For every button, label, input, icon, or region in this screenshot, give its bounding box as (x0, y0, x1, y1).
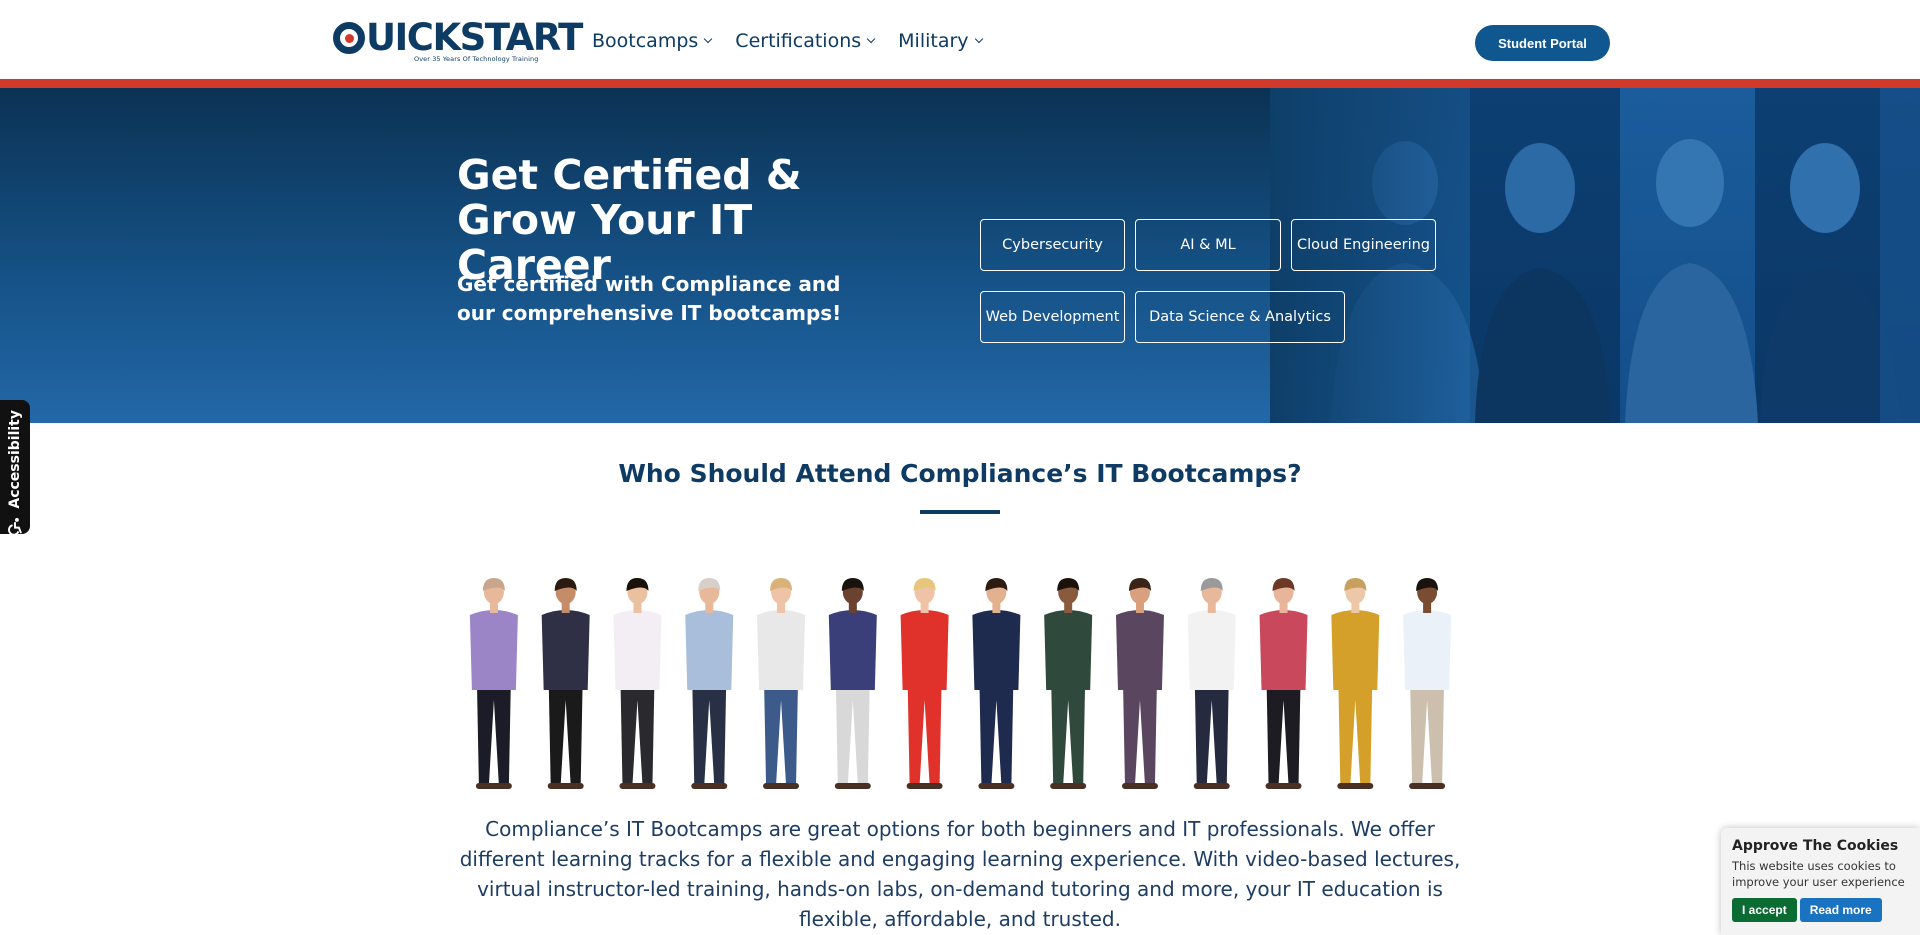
read-more-button[interactable]: Read more (1799, 898, 1882, 922)
logo-wordmark: UICKSTART (333, 16, 583, 59)
nav-item-label: Certifications (735, 30, 862, 52)
people-illustration (469, 578, 1452, 789)
accept-cookies-button[interactable]: I accept (1732, 898, 1797, 922)
attend-section-title: Who Should Attend Compliance’s IT Bootca… (618, 459, 1302, 488)
person-figure (1259, 578, 1308, 789)
chip-ai-ml[interactable]: AI & ML (1135, 219, 1281, 271)
logo-q-mark (333, 22, 365, 54)
main-nav: Bootcamps Certifications Military (592, 30, 1006, 52)
person-figure (828, 578, 877, 789)
person-figure (1331, 578, 1380, 789)
person-figure (1403, 578, 1452, 789)
header-accent-bar (0, 79, 1920, 88)
nav-item-label: Military (898, 30, 969, 52)
chevron-down-icon (704, 34, 713, 44)
person-figure (613, 578, 662, 789)
logo-tagline: Over 35 Years Of Technology Training (414, 55, 539, 63)
chip-cloud-engineering[interactable]: Cloud Engineering (1291, 219, 1436, 271)
student-portal-button[interactable]: Student Portal (1475, 25, 1610, 61)
person-figure (1187, 578, 1236, 789)
person-figure (685, 578, 734, 789)
cookie-title: Approve The Cookies (1732, 838, 1899, 854)
accessibility-label: Accessibility (7, 410, 23, 509)
chevron-down-icon (866, 34, 876, 44)
chip-data-science-analytics[interactable]: Data Science & Analytics (1135, 291, 1345, 343)
person-figure (541, 578, 590, 789)
chevron-down-icon (974, 34, 983, 44)
nav-item-military[interactable]: Military (898, 30, 983, 52)
hero-title: Get Certified & Grow Your IT Career (457, 151, 802, 289)
logo-text: UICKSTART (366, 16, 583, 59)
chip-cybersecurity[interactable]: Cybersecurity (980, 219, 1125, 271)
chip-web-development[interactable]: Web Development (980, 291, 1125, 343)
site-header: UICKSTART Over 35 Years Of Technology Tr… (0, 0, 1920, 79)
person-figure (757, 578, 806, 789)
accessibility-icon (8, 517, 22, 534)
professionals-group-image (458, 575, 1463, 795)
cookie-consent-box: Approve The Cookies This website uses co… (1721, 828, 1920, 935)
cookie-text: This website uses cookies to improve you… (1732, 859, 1905, 889)
attend-description: Compliance’s IT Bootcamps are great opti… (459, 817, 1461, 931)
person-figure (1115, 578, 1164, 789)
nav-item-label: Bootcamps (592, 30, 699, 52)
person-figure (1044, 578, 1093, 789)
nav-item-bootcamps[interactable]: Bootcamps (592, 30, 713, 52)
hero-subtitle: Get certified with Compliance and our co… (457, 272, 842, 325)
person-figure (972, 578, 1021, 789)
hero-banner: Get Certified & Grow Your IT Career Get … (0, 88, 1920, 423)
cookie-buttons: I accept Read more (1732, 898, 1909, 922)
quickstart-logo[interactable]: UICKSTART Over 35 Years Of Technology Tr… (333, 18, 583, 64)
accessibility-tab[interactable]: Accessibility (0, 400, 30, 534)
title-underline (920, 510, 1000, 514)
person-figure (900, 578, 949, 789)
nav-item-certifications[interactable]: Certifications (735, 30, 876, 52)
person-figure (469, 578, 518, 789)
